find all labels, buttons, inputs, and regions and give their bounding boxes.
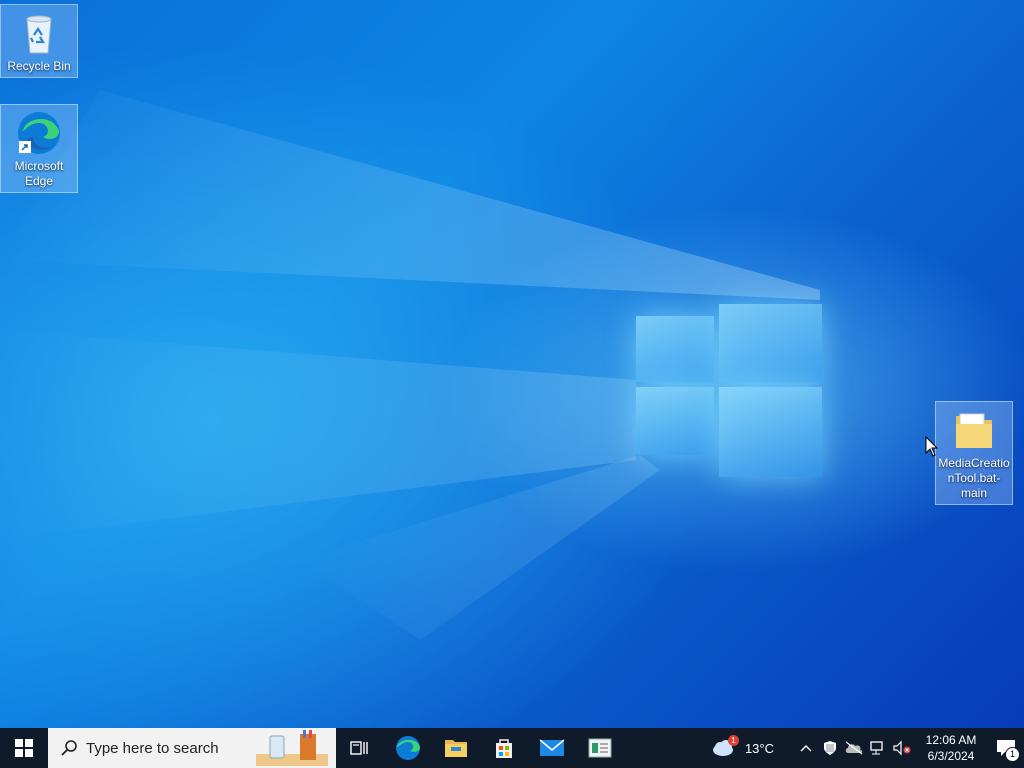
weather-alert-badge: 1 — [727, 735, 739, 746]
recycle-bin-icon — [15, 9, 63, 57]
search-highlight-icon — [256, 730, 328, 766]
taskbar-app-button[interactable] — [576, 728, 624, 768]
taskbar-store-button[interactable] — [480, 728, 528, 768]
taskbar-edge-button[interactable] — [384, 728, 432, 768]
edge-icon — [15, 109, 63, 157]
desktop-icon-label: MediaCreationTool.bat-main — [938, 456, 1010, 500]
security-tray-button[interactable] — [818, 728, 842, 768]
mouse-cursor-icon — [925, 436, 939, 457]
onedrive-tray-button[interactable] — [842, 728, 866, 768]
show-hidden-icons-button[interactable] — [794, 728, 818, 768]
clock-date: 6/3/2024 — [927, 749, 975, 763]
wallpaper-light-beams — [0, 90, 820, 640]
task-view-button[interactable] — [336, 728, 384, 768]
start-button[interactable] — [0, 728, 48, 768]
microsoft-store-icon — [496, 739, 512, 758]
file-explorer-icon — [445, 740, 467, 757]
network-tray-button[interactable] — [866, 728, 890, 768]
network-icon — [870, 741, 883, 755]
mail-icon — [539, 739, 565, 756]
volume-tray-button[interactable] — [890, 728, 914, 768]
volume-muted-icon — [893, 740, 911, 756]
onedrive-offline-icon — [845, 741, 863, 755]
chevron-up-icon — [800, 745, 812, 752]
windows-start-icon — [15, 739, 33, 757]
search-placeholder: Type here to search — [86, 739, 219, 757]
weather-widget[interactable]: 1 13°C — [711, 735, 774, 759]
taskbar-file-explorer-button[interactable] — [432, 728, 480, 768]
system-tray: 1 13°C 12:06 AM 6/3/2024 1 — [711, 728, 1024, 768]
taskbar-search-box[interactable]: Type here to search — [48, 728, 336, 768]
weather-temperature: 13°C — [744, 740, 774, 756]
edge-icon — [396, 736, 420, 760]
taskbar-mail-button[interactable] — [528, 728, 576, 768]
desktop-icon-label: Recycle Bin — [7, 59, 71, 73]
desktop-icon-microsoft-edge[interactable]: Microsoft Edge — [0, 104, 78, 193]
shield-icon — [824, 741, 836, 755]
task-view-icon — [350, 741, 368, 755]
notification-count-badge: 1 — [1005, 747, 1020, 762]
desktop-icon-mediacreationtool-folder[interactable]: MediaCreationTool.bat-main — [935, 401, 1013, 505]
desktop-icon-recycle-bin[interactable]: Recycle Bin — [0, 4, 78, 78]
clock-time: 12:06 AM — [925, 733, 977, 747]
taskbar: Type here to search 1 13°C 12:06 AM 6/3/… — [0, 728, 1024, 768]
taskbar-clock[interactable]: 12:06 AM 6/3/2024 — [920, 732, 982, 764]
weather-cloud-icon: 1 — [711, 735, 739, 759]
folder-icon — [950, 406, 998, 454]
windows-logo-wallpaper — [636, 290, 824, 480]
desktop-icon-label: Microsoft Edge — [14, 159, 64, 188]
app-icon — [588, 738, 612, 758]
action-center-button[interactable]: 1 — [988, 728, 1024, 768]
search-icon — [61, 740, 77, 756]
